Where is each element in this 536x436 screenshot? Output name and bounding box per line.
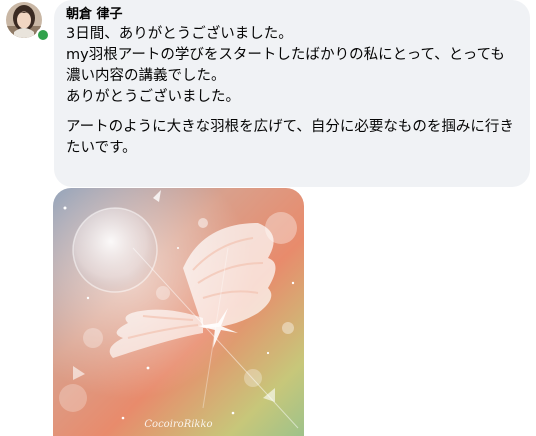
comment-image-attachment[interactable]: CocoiroRikko xyxy=(53,188,304,436)
online-status-indicator xyxy=(36,28,50,42)
author-name[interactable]: 朝倉 律子 xyxy=(66,6,518,24)
feather-art-image xyxy=(53,188,304,436)
comment: 朝倉 律子 3日間、ありがとうございました。 my羽根アートの学びをスタートした… xyxy=(0,0,536,436)
image-watermark: CocoiroRikko xyxy=(144,419,213,430)
avatar[interactable] xyxy=(6,2,50,42)
comment-text-paragraph-2: アートのように大きな羽根を広げて、自分に必要なものを掴みに行きたいです。 xyxy=(66,119,514,156)
comment-text-paragraph-1: 3日間、ありがとうございました。 my羽根アートの学びをスタートしたばかりの私に… xyxy=(66,26,505,105)
comment-bubble: 朝倉 律子 3日間、ありがとうございました。 my羽根アートの学びをスタートした… xyxy=(54,0,530,187)
